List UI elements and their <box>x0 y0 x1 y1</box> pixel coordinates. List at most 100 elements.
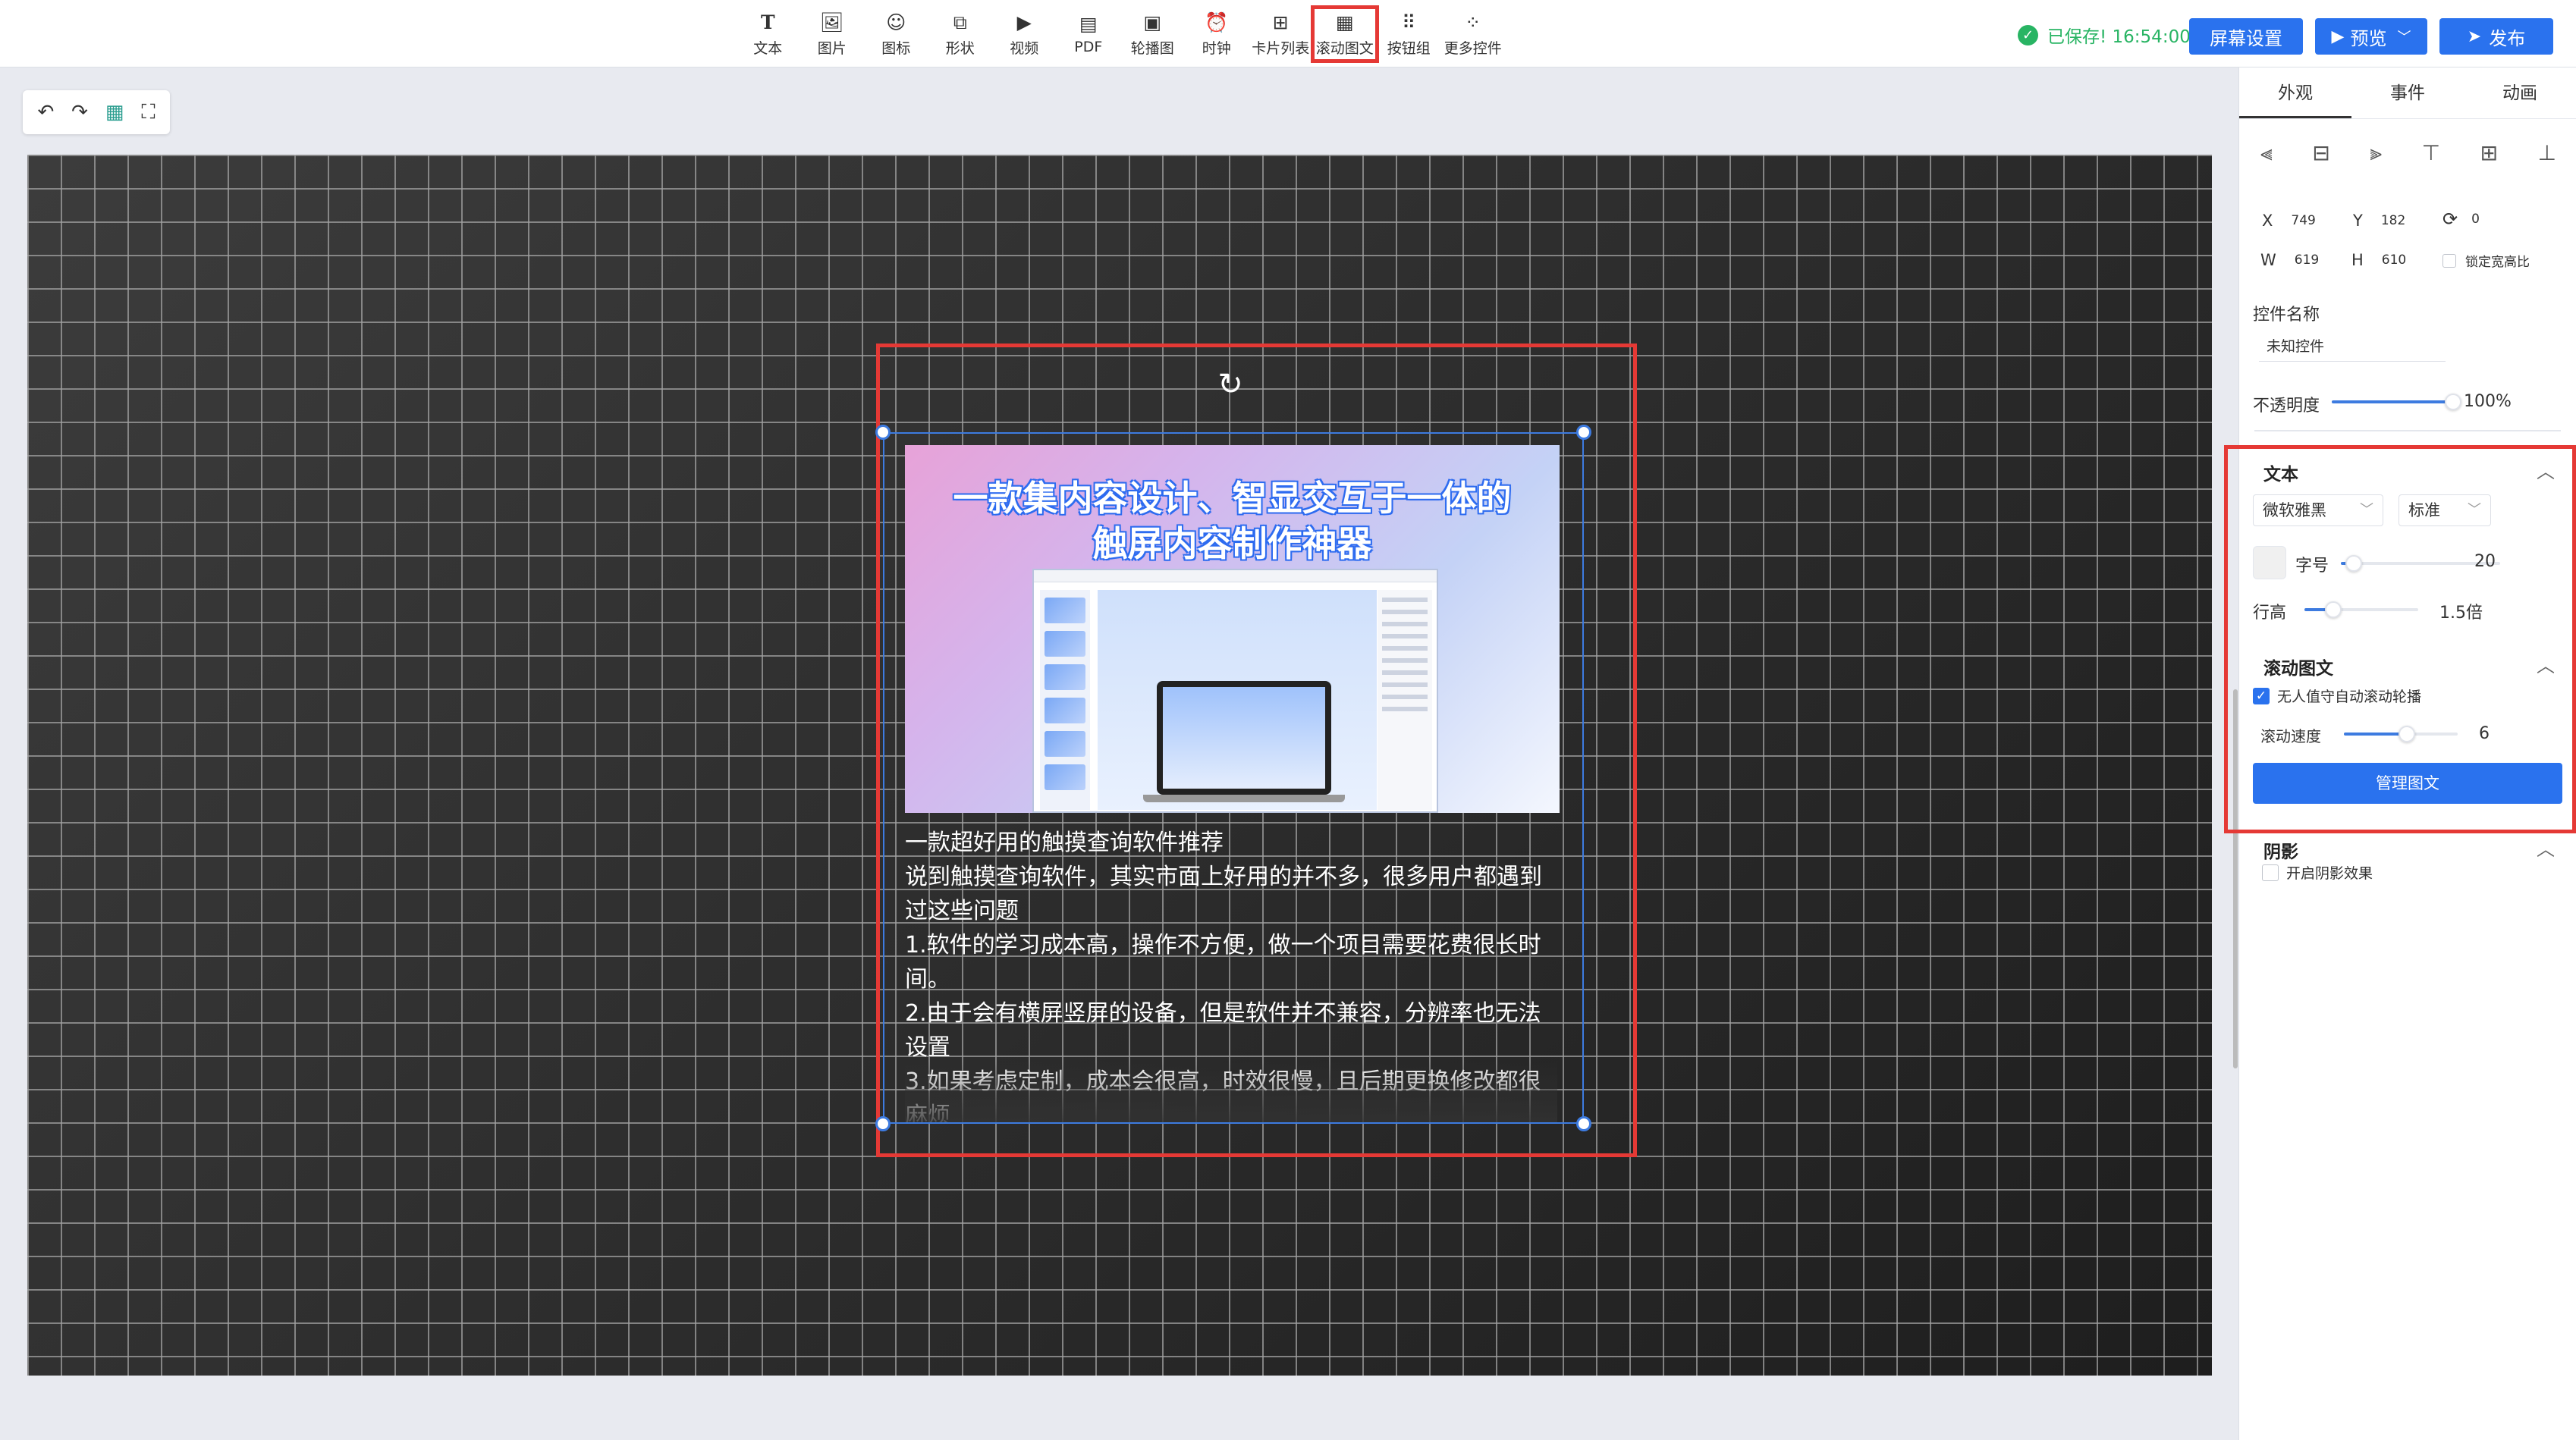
scroll-speed-label: 滚动速度 <box>2260 727 2321 745</box>
opacity-value: 100% <box>2464 392 2512 411</box>
save-status-text: 已保存! 16:54:00 <box>2047 27 2191 47</box>
tool-label: 轮播图 <box>1130 39 1174 57</box>
rotation-field[interactable]: ⟳ 0 <box>2442 209 2480 230</box>
tool-label: 按钮组 <box>1387 39 1431 57</box>
tool-button-group[interactable]: ⠿ 按钮组 <box>1377 8 1441 61</box>
shadow-label: 开启阴影效果 <box>2286 865 2373 882</box>
widget-toolbar: T 文本 🖼 图片 ☺ 图标 ⧉ 形状 ▶ 视频 ▤ PDF ▣ 轮播图 ⏰ 时钟 ⊞ 卡片列表 … <box>736 5 1506 63</box>
chevron-down-icon: ﹀ <box>2397 30 2411 45</box>
fit-screen-icon[interactable]: ⛶ <box>141 101 155 124</box>
font-size-label: 字号 <box>2295 557 2329 576</box>
save-status: ✓ 已保存! 16:54:00 <box>2018 22 2191 48</box>
button-group-icon: ⠿ <box>1402 11 1416 33</box>
x-field[interactable]: X 749 <box>2262 212 2316 230</box>
align-top-icon[interactable]: ⊤ <box>2422 140 2440 166</box>
tool-carousel[interactable]: ▣ 轮播图 <box>1120 8 1185 61</box>
tool-pdf[interactable]: ▤ PDF <box>1057 8 1121 61</box>
resize-handle-bottom-left[interactable] <box>875 1116 891 1131</box>
text-color-picker[interactable] <box>2253 546 2286 579</box>
w-field[interactable]: W 619 <box>2260 251 2319 269</box>
opacity-slider-knob[interactable] <box>2445 394 2461 410</box>
tool-icon[interactable]: ☺ 图标 <box>864 8 928 61</box>
shape-icon: ⧉ <box>953 11 967 33</box>
article-line: 1.软件的学习成本高，操作不方便，做一个项目需要花费很长时间。 <box>905 932 1541 993</box>
publish-button[interactable]: ➤ 发布 <box>2439 18 2553 55</box>
align-center-horizontal-icon[interactable]: ⊟ <box>2312 140 2329 166</box>
preview-label: 预览 <box>2350 27 2387 49</box>
preview-button[interactable]: ▶ 预览 ﹀ <box>2315 18 2427 55</box>
align-right-icon[interactable]: ⫸ <box>2370 140 2382 166</box>
chevron-up-icon[interactable]: ︿ <box>2537 456 2555 483</box>
shadow-checkbox[interactable] <box>2262 864 2279 881</box>
screen-settings-button[interactable]: 屏幕设置 <box>2189 18 2303 55</box>
resize-handle-bottom-right[interactable] <box>1576 1116 1591 1131</box>
edit-mini-toolbar: ↶ ↷ ▦ ⛶ <box>23 90 170 134</box>
chevron-up-icon[interactable]: ︿ <box>2537 651 2555 677</box>
tool-label: 图标 <box>881 39 911 57</box>
article-line: 说到触摸查询软件，其实市面上好用的并不多，很多用户都遇到过这些问题 <box>905 864 1542 924</box>
tool-clock[interactable]: ⏰ 时钟 <box>1185 8 1249 61</box>
lock-ratio-checkbox[interactable]: 锁定宽高比 <box>2442 251 2530 270</box>
tool-label: 时钟 <box>1202 39 1231 57</box>
article-text: 一款超好用的触摸查询软件推荐 说到触摸查询软件，其实市面上好用的并不多，很多用户… <box>905 826 1557 1122</box>
tool-scroll-article[interactable]: ▦ 滚动图文 <box>1310 5 1379 63</box>
tab-appearance[interactable]: 外观 <box>2239 67 2351 118</box>
y-label: Y <box>2353 212 2363 230</box>
grid-icon[interactable]: ▦ <box>105 101 124 124</box>
card-list-icon: ⊞ <box>1272 11 1289 33</box>
line-height-label: 行高 <box>2253 604 2287 623</box>
scroll-speed-slider[interactable] <box>2344 726 2458 742</box>
tool-video[interactable]: ▶ 视频 <box>992 8 1057 61</box>
rotate-handle-icon[interactable]: ↻ <box>1214 368 1247 401</box>
text-icon: T <box>760 11 775 33</box>
tool-label: 更多控件 <box>1444 39 1502 57</box>
check-circle-icon: ✓ <box>2018 24 2038 45</box>
font-weight-select[interactable]: 标准 ﹀ <box>2399 494 2491 526</box>
send-icon: ➤ <box>2467 27 2482 46</box>
resize-handle-top-left[interactable] <box>875 425 891 440</box>
font-size-slider-knob[interactable] <box>2345 555 2362 572</box>
x-label: X <box>2262 212 2273 230</box>
redo-icon[interactable]: ↷ <box>71 101 88 124</box>
resize-handle-top-right[interactable] <box>1576 425 1591 440</box>
chevron-up-icon[interactable]: ︿ <box>2537 834 2555 861</box>
video-icon: ▶ <box>1016 11 1032 33</box>
article-line: 3.如果考虑定制，成本会很高，时效很慢，且后期更换修改都很麻烦 <box>905 1068 1541 1122</box>
banner-title-line2: 触屏内容制作神器 <box>1092 523 1372 564</box>
tool-label: 视频 <box>1010 39 1039 57</box>
h-field[interactable]: H 610 <box>2351 251 2406 269</box>
banner-title-line1: 一款集内容设计、智显交互于一体的 <box>953 478 1512 519</box>
align-middle-vertical-icon[interactable]: ⊞ <box>2480 140 2498 166</box>
align-bottom-icon[interactable]: ⊥ <box>2538 140 2556 166</box>
tool-shape[interactable]: ⧉ 形状 <box>928 8 993 61</box>
line-height-slider[interactable] <box>2304 601 2418 618</box>
font-family-select[interactable]: 微软雅黑 ﹀ <box>2253 494 2383 526</box>
clock-icon: ⏰ <box>1205 11 1229 33</box>
line-height-value: 1.5倍 <box>2439 604 2483 623</box>
tool-text[interactable]: T 文本 <box>736 8 800 61</box>
tool-card-list[interactable]: ⊞ 卡片列表 <box>1249 8 1313 61</box>
manage-articles-button[interactable]: 管理图文 <box>2253 763 2562 804</box>
line-height-slider-knob[interactable] <box>2324 601 2342 618</box>
tool-image[interactable]: 🖼 图片 <box>800 8 865 61</box>
rotation-icon: ⟳ <box>2442 209 2458 230</box>
y-value: 182 <box>2380 213 2406 228</box>
tool-label: 滚动图文 <box>1315 39 1374 57</box>
h-label: H <box>2351 251 2364 269</box>
y-field[interactable]: Y 182 <box>2353 212 2405 230</box>
align-left-icon[interactable]: ⫷ <box>2260 140 2273 166</box>
tab-animation[interactable]: 动画 <box>2464 67 2576 118</box>
x-value: 749 <box>2291 213 2316 228</box>
tool-more-widgets[interactable]: ⁘ 更多控件 <box>1441 8 1506 61</box>
widget-name-input[interactable]: 未知控件 <box>2259 331 2446 362</box>
auto-scroll-checkbox[interactable]: ✓ <box>2253 688 2270 704</box>
carousel-icon: ▣ <box>1143 11 1162 33</box>
undo-icon[interactable]: ↶ <box>37 101 54 124</box>
font-family-value: 微软雅黑 <box>2263 501 2326 519</box>
publish-label: 发布 <box>2489 27 2526 49</box>
tool-label: 卡片列表 <box>1252 39 1310 57</box>
tab-events[interactable]: 事件 <box>2351 67 2464 118</box>
tool-label: 形状 <box>945 39 975 57</box>
opacity-slider[interactable] <box>2332 394 2461 410</box>
scroll-speed-slider-knob[interactable] <box>2398 726 2415 742</box>
